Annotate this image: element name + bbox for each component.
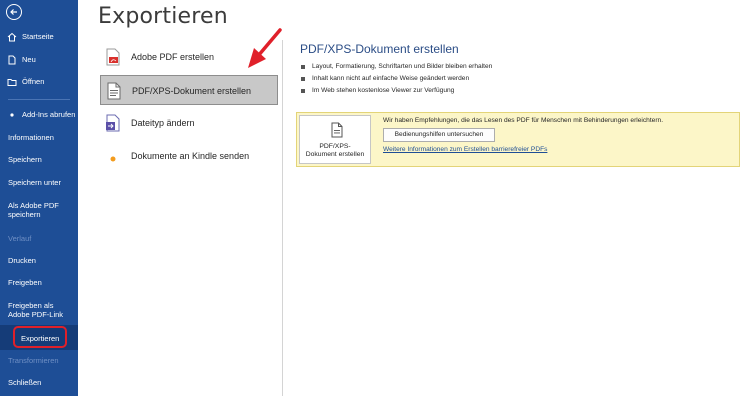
nav-print[interactable]: Drucken bbox=[0, 256, 78, 265]
nav-new[interactable]: Neu bbox=[0, 55, 78, 65]
create-button-label-2: Dokument erstellen bbox=[305, 151, 365, 158]
change-file-type-icon bbox=[106, 114, 120, 132]
nav-save-label: Speichern bbox=[8, 155, 42, 164]
page-title: Exportieren bbox=[98, 4, 228, 29]
backstage-sidebar: Startseite Neu Öffnen Add-Ins abrufen In… bbox=[0, 0, 78, 396]
nav-print-label: Drucken bbox=[8, 256, 36, 265]
nav-history: Verlauf bbox=[0, 234, 78, 243]
sidebar-separator bbox=[8, 99, 70, 100]
nav-save-as[interactable]: Speichern unter bbox=[0, 178, 78, 187]
recommendation-box: PDF/XPS- Dokument erstellen Wir haben Em… bbox=[296, 112, 740, 167]
create-button-label-1: PDF/XPS- bbox=[319, 143, 351, 150]
detail-bullets: Layout, Formatierung, Schriftarten und B… bbox=[300, 61, 492, 97]
kindle-bullet-icon bbox=[110, 156, 116, 162]
nav-transform-label: Transformieren bbox=[8, 356, 59, 365]
nav-close-label: Schließen bbox=[8, 378, 42, 387]
nav-transform: Transformieren bbox=[0, 356, 78, 365]
option-adobe-pdf-label: Adobe PDF erstellen bbox=[131, 52, 215, 62]
detail-title: PDF/XPS-Dokument erstellen bbox=[300, 42, 459, 56]
adobe-pdf-icon bbox=[106, 48, 120, 66]
nav-open[interactable]: Öffnen bbox=[0, 77, 78, 86]
option-send-kindle[interactable]: Dokumente an Kindle senden bbox=[100, 141, 278, 171]
nav-history-label: Verlauf bbox=[8, 234, 32, 243]
nav-close[interactable]: Schließen bbox=[0, 378, 78, 387]
nav-save-adobe-pdf-label-2: speichern bbox=[8, 210, 41, 219]
panel-divider bbox=[282, 40, 283, 396]
option-change-file-type-label: Dateityp ändern bbox=[131, 118, 195, 128]
nav-add-ins-label: Add-Ins abrufen bbox=[22, 110, 76, 119]
accessible-pdf-info-link[interactable]: Weitere Informationen zum Erstellen barr… bbox=[383, 146, 547, 153]
nav-share-adobe-link[interactable]: Freigeben als Adobe PDF-Link bbox=[0, 301, 78, 319]
pdf-xps-document-icon bbox=[107, 82, 121, 100]
nav-share-label: Freigeben bbox=[8, 278, 42, 287]
option-pdf-xps-label: PDF/XPS-Dokument erstellen bbox=[132, 86, 252, 96]
folder-open-icon bbox=[7, 79, 17, 86]
nav-info[interactable]: Informationen bbox=[0, 133, 78, 142]
option-send-kindle-label: Dokumente an Kindle senden bbox=[131, 151, 250, 161]
nav-new-label: Neu bbox=[22, 55, 36, 64]
nav-add-ins[interactable]: Add-Ins abrufen bbox=[0, 110, 78, 119]
detail-bullet: Layout, Formatierung, Schriftarten und B… bbox=[300, 61, 492, 73]
back-button[interactable] bbox=[6, 4, 22, 20]
nav-share[interactable]: Freigeben bbox=[0, 278, 78, 287]
nav-home[interactable]: Startseite bbox=[0, 32, 78, 42]
detail-bullet: Inhalt kann nicht auf einfache Weise geä… bbox=[300, 73, 492, 85]
nav-save-adobe-pdf[interactable]: Als Adobe PDF speichern bbox=[0, 201, 78, 219]
new-document-icon bbox=[8, 55, 16, 65]
option-pdf-xps[interactable]: PDF/XPS-Dokument erstellen bbox=[100, 75, 278, 105]
nav-info-label: Informationen bbox=[8, 133, 54, 142]
arrow-left-icon bbox=[10, 9, 17, 15]
nav-save[interactable]: Speichern bbox=[0, 155, 78, 164]
nav-share-adobe-link-label-2: Adobe PDF-Link bbox=[8, 310, 64, 319]
check-accessibility-button[interactable]: Bedienungshilfen untersuchen bbox=[383, 128, 495, 142]
nav-open-label: Öffnen bbox=[22, 77, 45, 86]
create-pdf-xps-button[interactable]: PDF/XPS- Dokument erstellen bbox=[299, 115, 371, 164]
nav-home-label: Startseite bbox=[22, 32, 54, 41]
add-ins-bullet-icon bbox=[10, 113, 14, 117]
recommendation-text: Wir haben Empfehlungen, die das Lesen de… bbox=[383, 117, 664, 124]
highlight-ring bbox=[13, 326, 67, 348]
option-change-file-type[interactable]: Dateityp ändern bbox=[100, 108, 278, 138]
nav-save-as-label: Speichern unter bbox=[8, 178, 61, 187]
pdf-xps-document-icon bbox=[331, 122, 343, 138]
nav-share-adobe-link-label-1: Freigeben als bbox=[8, 301, 54, 310]
detail-bullet: Im Web stehen kostenlose Viewer zur Verf… bbox=[300, 85, 492, 97]
home-icon bbox=[7, 32, 17, 42]
nav-save-adobe-pdf-label-1: Als Adobe PDF bbox=[8, 201, 59, 210]
